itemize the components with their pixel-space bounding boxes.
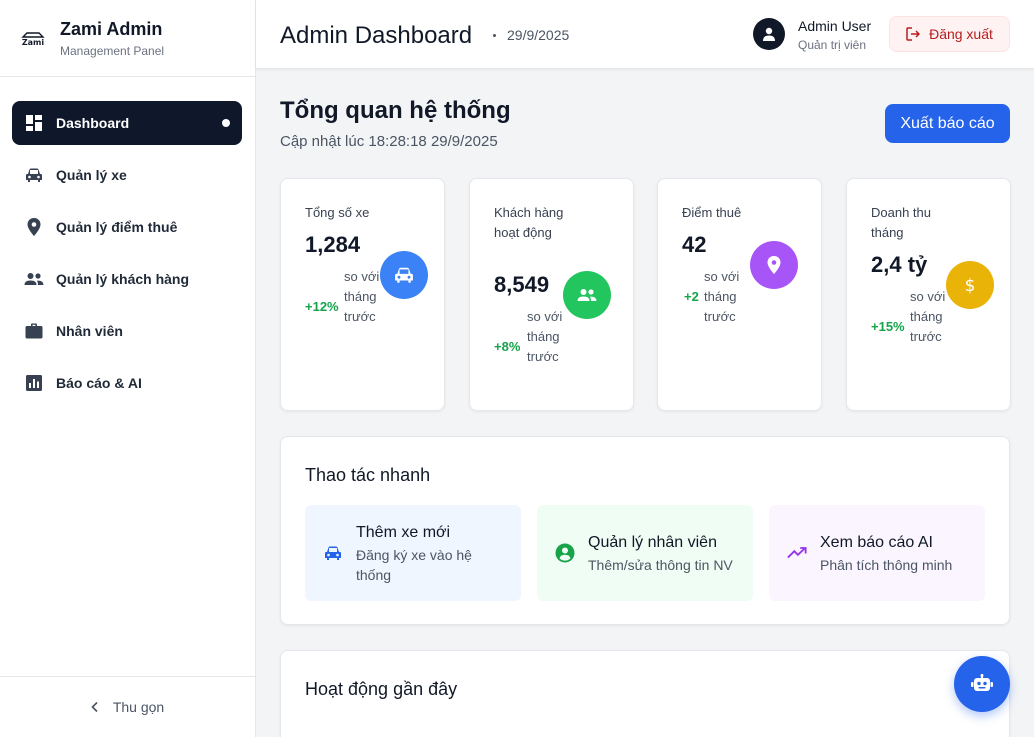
active-indicator-dot [222,119,230,127]
robot-icon [971,674,993,691]
sidebar-item-dashboard[interactable]: Dashboard [12,101,242,145]
stat-value: 2,4 tỷ [871,252,928,277]
brand: Zami Zami Admin Management Panel [0,0,255,77]
trending-up-icon [787,543,807,563]
quick-action-add-vehicle[interactable]: Thêm xe mới Đăng ký xe vào hệ thống [305,505,521,601]
logout-label: Đăng xuất [929,26,993,42]
sidebar-item-label: Quản lý điểm thuê [56,219,178,235]
last-updated-text: Cập nhật lúc 18:28:18 29/9/2025 [280,133,498,150]
stat-label: Điểm thuê [682,205,742,220]
separator-dot [493,33,496,37]
car-icon [380,251,428,299]
brand-subtitle: Management Panel [60,43,165,58]
stat-label: Khách hàng hoạt động [494,205,564,240]
stat-change: +12% [305,299,339,314]
quick-action-desc: Đăng ký xe vào hệ thống [356,547,472,583]
avatar[interactable] [753,18,785,50]
brand-logo: Zami [20,28,46,48]
stat-note: so với tháng trước [704,269,740,324]
logout-icon [906,27,921,41]
sidebar-item-vehicles[interactable]: Quản lý xe [12,153,242,197]
page-title: Admin Dashboard [280,22,473,49]
car-icon [24,165,44,185]
quick-actions-panel: Thao tác nhanh Thêm xe mới Đăng ký xe và… [280,436,1010,625]
briefcase-icon [24,321,44,341]
sidebar-nav: Dashboard Quản lý xe Quản lý điểm thuê Q… [0,77,255,405]
dashboard-icon [24,113,44,133]
quick-action-desc: Thêm/sửa thông tin NV [588,557,733,573]
brand-title: Zami Admin [60,18,163,39]
stat-card-rental-points: Điểm thuê 42 +2 so với tháng trước [657,178,822,411]
stat-label: Doanh thu tháng [871,205,931,240]
quick-actions-title: Thao tác nhanh [305,465,431,485]
user-name: Admin User [798,18,872,34]
svg-text:$: $ [965,276,976,295]
stat-card-total-vehicles: Tổng số xe 1,284 +12% so với tháng trước [280,178,445,411]
quick-action-title: Quản lý nhân viên [588,534,717,551]
recent-activity-title: Hoạt động gần đây [305,679,458,699]
quick-action-title: Thêm xe mới [356,524,451,541]
stat-value: 1,284 [305,232,361,257]
recent-activity-panel: Hoạt động gần đây [280,650,1010,737]
user-circle-icon [555,543,575,563]
header-date: 29/9/2025 [493,27,569,43]
dollar-icon: $ [946,261,994,309]
stat-note: so với tháng trước [527,309,563,364]
location-pin-icon [750,241,798,289]
sidebar-item-label: Báo cáo & AI [56,375,142,391]
collapse-sidebar-button[interactable]: Thu gọn [0,676,255,737]
sidebar-item-label: Nhân viên [56,323,123,339]
ai-assistant-fab-button[interactable] [954,656,1010,712]
chevron-left-icon [91,701,99,713]
stat-card-monthly-revenue: Doanh thu tháng 2,4 tỷ +15% so với tháng… [846,178,1011,411]
stat-value: 8,549 [494,272,550,297]
location-pin-icon [24,217,44,237]
stat-card-active-customers: Khách hàng hoạt động 8,549 +8% so với th… [469,178,634,411]
top-header: Admin Dashboard 29/9/2025 Admin User Quả… [256,0,1034,69]
collapse-label: Thu gọn [112,699,165,715]
header-date-text: 29/9/2025 [507,27,570,43]
bar-chart-icon [24,373,44,393]
quick-action-title: Xem báo cáo AI [820,534,933,551]
sidebar: Zami Zami Admin Management Panel Dashboa… [0,0,256,737]
section-title: Tổng quan hệ thống [280,97,511,124]
stat-change: +2 [684,289,699,304]
stat-label: Tổng số xe [305,205,370,220]
sidebar-item-staff[interactable]: Nhân viên [12,309,242,353]
stat-change: +8% [494,339,521,354]
export-report-button[interactable]: Xuất báo cáo [885,104,1010,143]
svg-text:Zami: Zami [22,38,45,47]
user-role: Quản trị viên [798,38,867,52]
sidebar-item-customers[interactable]: Quản lý khách hàng [12,257,242,301]
stat-value: 42 [682,232,707,257]
sidebar-item-reports-ai[interactable]: Báo cáo & AI [12,361,242,405]
people-icon [563,271,611,319]
people-icon [24,269,44,289]
logout-button[interactable]: Đăng xuất [889,16,1010,52]
sidebar-item-label: Dashboard [56,115,130,131]
car-icon [323,543,343,563]
stat-change: +15% [871,319,905,334]
sidebar-item-label: Quản lý xe [56,167,127,183]
quick-action-ai-report[interactable]: Xem báo cáo AI Phân tích thông minh [769,505,985,601]
sidebar-item-rental-points[interactable]: Quản lý điểm thuê [12,205,242,249]
quick-action-manage-staff[interactable]: Quản lý nhân viên Thêm/sửa thông tin NV [537,505,753,601]
quick-action-desc: Phân tích thông minh [820,557,953,573]
sidebar-item-label: Quản lý khách hàng [56,271,190,287]
